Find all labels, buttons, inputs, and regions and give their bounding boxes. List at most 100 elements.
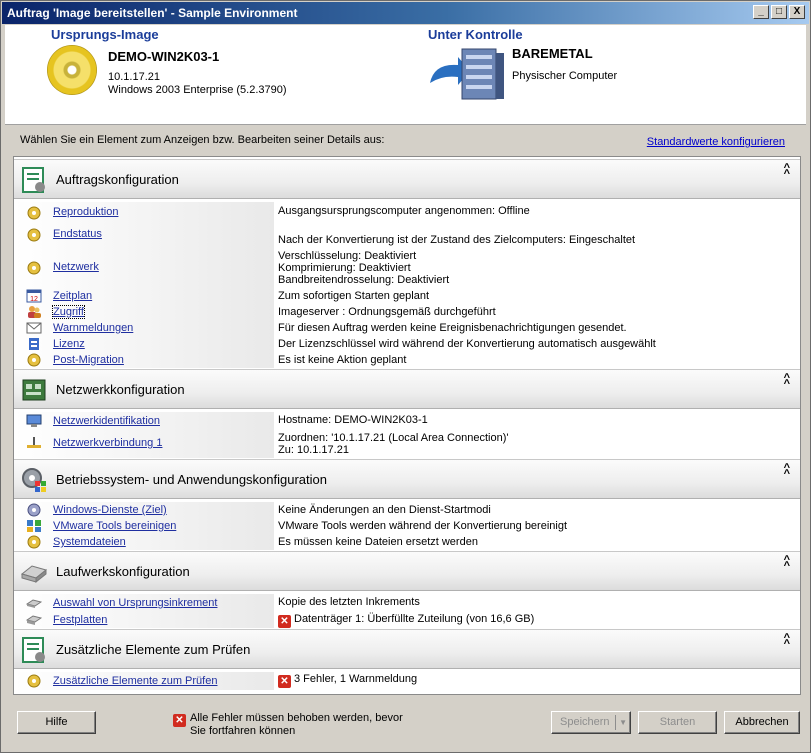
link-system-files[interactable]: Systemdateien — [53, 536, 126, 548]
gear-icon — [27, 674, 41, 688]
section-os-app-config[interactable]: Betriebssystem- und Anwendungskonfigurat… — [14, 459, 800, 499]
envelope-icon — [26, 322, 42, 334]
target-type: Physischer Computer — [512, 70, 618, 82]
harddisk-icon — [26, 615, 42, 625]
link-vmware-tools[interactable]: VMware Tools bereinigen — [53, 520, 176, 532]
select-prompt: Wählen Sie ein Element zum Anzeigen bzw.… — [20, 134, 385, 146]
link-license[interactable]: Lizenz — [53, 338, 85, 350]
error-icon: ✕ — [278, 675, 291, 688]
close-button[interactable]: X — [789, 5, 805, 19]
link-end-status[interactable]: Endstatus — [53, 228, 102, 240]
value-hard-disks: ✕ Datenträger 1: Überfüllte Zuteilung (vo… — [278, 613, 534, 628]
svg-text:12: 12 — [30, 296, 38, 303]
collapse-icon[interactable]: ^ ^ — [784, 633, 790, 650]
value-additional-items-text: 3 Fehler, 1 Warnmeldung — [294, 673, 418, 685]
dropdown-arrow-icon[interactable]: ▼ — [619, 712, 627, 733]
value-mapped-to: Zu: 10.1.17.21 — [278, 444, 349, 456]
gear-icon — [27, 503, 41, 517]
list-item: Auswahl von Ursprungsinkrement Kopie des… — [14, 594, 800, 612]
source-os: Windows 2003 Enterprise (5.2.3790) — [108, 84, 287, 96]
collapse-icon[interactable]: ^ ^ — [784, 373, 790, 390]
save-label: Speichern — [560, 716, 610, 728]
value-license: Der Lizenzschlüssel wird während der Kon… — [278, 338, 656, 350]
drive-config-icon — [20, 565, 48, 584]
section-title: Netzwerkkonfiguration — [56, 382, 185, 397]
link-schedule[interactable]: Zeitplan — [53, 290, 92, 302]
collapse-icon[interactable]: ^ ^ — [784, 463, 790, 480]
link-network-connection-1[interactable]: Netzwerkverbindung 1 — [53, 437, 162, 449]
list-item: Netzwerkidentifikation Hostname: DEMO-WI… — [14, 412, 800, 430]
value-vmware-tools: VMware Tools werden während der Konverti… — [278, 520, 568, 532]
list-item: Lizenz Der Lizenzschlüssel wird während … — [14, 336, 800, 352]
network-id-icon — [26, 414, 42, 427]
error-icon: ✕ — [278, 615, 291, 628]
link-network-identification[interactable]: Netzwerkidentifikation — [53, 415, 160, 427]
collapse-icon[interactable]: ^ ^ — [784, 163, 790, 180]
link-windows-services[interactable]: Windows-Dienste (Ziel) — [53, 504, 167, 516]
section-additional-items[interactable]: Zusätzliche Elemente zum Prüfen ^ ^ — [14, 629, 800, 669]
list-item: Zusätzliche Elemente zum Prüfen ✕ 3 Fehle… — [14, 672, 800, 690]
job-config-icon — [22, 167, 45, 193]
window-controls: _ □ X — [753, 5, 805, 19]
gear-icon — [27, 228, 41, 242]
value-access: Imageserver : Ordnungsgemäß durchgeführt — [278, 306, 496, 318]
configure-defaults-link[interactable]: Standardwerte konfigurieren — [647, 136, 785, 148]
network-config-icon — [22, 379, 46, 401]
gear-icon — [27, 206, 41, 220]
footer-message-line1: Alle Fehler müssen behoben werden, bevor — [190, 712, 403, 724]
gear-icon — [27, 535, 41, 549]
link-access[interactable]: Zugriff — [52, 305, 85, 319]
help-button[interactable]: Hilfe — [17, 711, 96, 734]
link-network[interactable]: Netzwerk — [53, 261, 99, 273]
list-item: Netzwerk Verschlüsselung: Deaktiviert Ko… — [14, 250, 800, 288]
list-item: Warnmeldungen Für diesen Auftrag werden … — [14, 320, 800, 336]
cancel-button[interactable]: Abbrechen — [724, 711, 800, 734]
value-windows-services: Keine Änderungen an den Dienst-Startmodi — [278, 504, 491, 516]
minimize-button[interactable]: _ — [753, 5, 769, 19]
disk-icon — [26, 599, 42, 608]
list-item: Systemdateien Es müssen keine Dateien er… — [14, 534, 800, 550]
section-title: Betriebssystem- und Anwendungskonfigurat… — [56, 472, 327, 487]
save-button[interactable]: Speichern ▼ — [551, 711, 631, 734]
link-additional-items[interactable]: Zusätzliche Elemente zum Prüfen — [53, 675, 217, 687]
start-button[interactable]: Starten — [638, 711, 717, 734]
license-icon — [29, 338, 39, 350]
config-panel: Auftragskonfiguration ^ ^ Reproduktion Au… — [13, 156, 801, 695]
link-reproduction[interactable]: Reproduktion — [53, 206, 118, 218]
list-item: VMware Tools bereinigen VMware Tools wer… — [14, 518, 800, 534]
list-item: Endstatus Nach der Konvertierung ist der… — [14, 224, 800, 250]
link-post-migration[interactable]: Post-Migration — [53, 354, 124, 366]
os-config-icon — [22, 468, 46, 492]
value-encryption: Verschlüsselung: Deaktiviert — [278, 250, 417, 262]
value-hard-disks-text: Datenträger 1: Überfüllte Zuteilung (von… — [294, 613, 535, 625]
value-alerts: Für diesen Auftrag werden keine Ereignis… — [278, 322, 627, 334]
value-system-files: Es müssen keine Dateien ersetzt werden — [278, 536, 478, 548]
link-hard-disks[interactable]: Festplatten — [53, 614, 107, 626]
value-source-increment: Kopie des letzten Inkrements — [278, 596, 420, 608]
section-network-config[interactable]: Netzwerkkonfiguration ^ ^ — [14, 369, 800, 409]
list-item: Netzwerkverbindung 1 Zuordnen: '10.1.17.… — [14, 430, 800, 458]
server-icon — [430, 48, 504, 100]
section-job-config[interactable]: Auftragskonfiguration ^ ^ — [14, 159, 800, 199]
value-additional-items: ✕ 3 Fehler, 1 Warnmeldung — [278, 673, 417, 688]
section-title: Laufwerkskonfiguration — [56, 564, 190, 579]
maximize-button[interactable]: □ — [771, 5, 787, 19]
value-reproduction: Ausgangsursprungscomputer angenommen: Of… — [278, 205, 530, 217]
source-ip: 10.1.17.21 — [108, 71, 160, 83]
link-source-increment[interactable]: Auswahl von Ursprungsinkrement — [53, 597, 217, 609]
job-header: Ursprungs-Image DEMO-WIN2K03-1 10.1.17.2… — [5, 25, 806, 125]
value-post-migration: Es ist keine Aktion geplant — [278, 354, 407, 366]
value-schedule: Zum sofortigen Starten geplant — [278, 290, 430, 302]
cd-image-icon — [47, 45, 97, 95]
source-name: DEMO-WIN2K03-1 — [108, 49, 220, 64]
list-item: 12 Zeitplan Zum sofortigen Starten gepla… — [14, 288, 800, 304]
source-label: Ursprungs-Image — [51, 27, 159, 42]
link-alerts[interactable]: Warnmeldungen — [53, 322, 133, 334]
network-connection-icon — [27, 437, 41, 448]
collapse-icon[interactable]: ^ ^ — [784, 555, 790, 572]
additional-items-icon — [22, 637, 45, 663]
list-item: Zugriff Imageserver : Ordnungsgemäß durc… — [14, 304, 800, 320]
section-drive-config[interactable]: Laufwerkskonfiguration ^ ^ — [14, 551, 800, 591]
value-end-status: Nach der Konvertierung ist der Zustand d… — [278, 234, 636, 246]
title-bar[interactable]: Auftrag 'Image bereitstellen' - Sample E… — [2, 2, 809, 24]
